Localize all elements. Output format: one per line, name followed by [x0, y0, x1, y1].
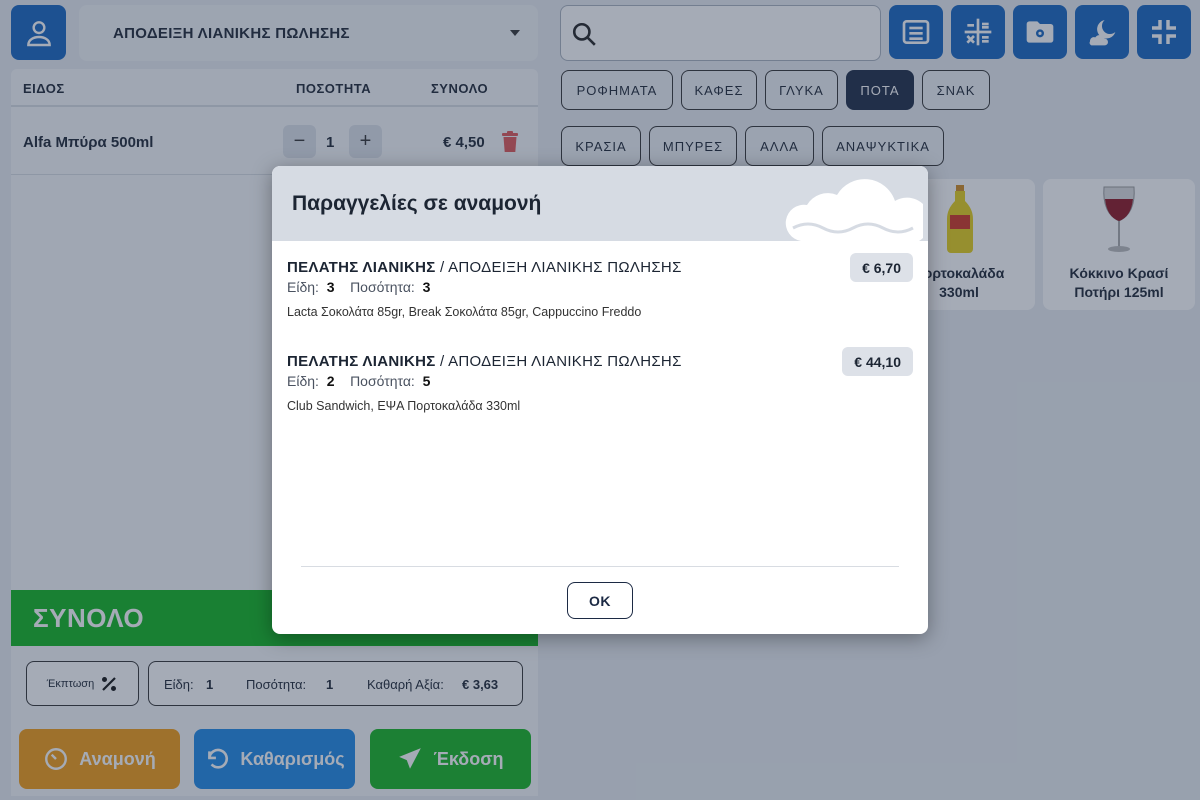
dialog-divider	[301, 566, 899, 567]
pending-order-price: € 44,10	[842, 347, 913, 376]
pending-orders-dialog: Παραγγελίες σε αναμονή ΠΕΛΑΤΗΣ ΛΙΑΝΙΚΗΣ …	[272, 166, 928, 634]
pending-order-item[interactable]: ΠΕΛΑΤΗΣ ΛΙΑΝΙΚΗΣ / ΑΠΟΔΕΙΞΗ ΛΙΑΝΙΚΗΣ ΠΩΛ…	[287, 347, 913, 433]
ok-button[interactable]: ΟΚ	[567, 582, 633, 619]
pending-order-title: ΠΕΛΑΤΗΣ ΛΙΑΝΙΚΗΣ / ΑΠΟΔΕΙΞΗ ΛΙΑΝΙΚΗΣ ΠΩΛ…	[287, 259, 682, 276]
dialog-title: Παραγγελίες σε αναμονή	[292, 192, 542, 215]
dialog-header: Παραγγελίες σε αναμονή	[272, 166, 928, 241]
pending-order-receipt: ΑΠΟΔΕΙΞΗ ΛΙΑΝΙΚΗΣ ΠΩΛΗΣΗΣ	[448, 353, 682, 370]
pending-order-item[interactable]: ΠΕΛΑΤΗΣ ΛΙΑΝΙΚΗΣ / ΑΠΟΔΕΙΞΗ ΛΙΑΝΙΚΗΣ ΠΩΛ…	[287, 253, 913, 339]
pending-order-items-label: Είδη:	[287, 279, 319, 295]
pending-order-customer: ΠΕΛΑΤΗΣ ΛΙΑΝΙΚΗΣ	[287, 353, 436, 370]
pending-order-items-label: Είδη:	[287, 373, 319, 389]
pending-order-separator: /	[435, 353, 449, 370]
pending-order-qty-value: 5	[422, 373, 431, 389]
pending-order-qty-label: Ποσότητα:	[350, 279, 415, 295]
pending-order-customer: ΠΕΛΑΤΗΣ ΛΙΑΝΙΚΗΣ	[287, 259, 436, 276]
pending-order-meta: Είδη: 2 Ποσότητα: 5	[287, 373, 430, 389]
pending-order-title: ΠΕΛΑΤΗΣ ΛΙΑΝΙΚΗΣ / ΑΠΟΔΕΙΞΗ ΛΙΑΝΙΚΗΣ ΠΩΛ…	[287, 353, 682, 370]
pending-order-receipt: ΑΠΟΔΕΙΞΗ ΛΙΑΝΙΚΗΣ ΠΩΛΗΣΗΣ	[448, 259, 682, 276]
pending-order-qty-label: Ποσότητα:	[350, 373, 415, 389]
cloud-icon	[785, 179, 923, 241]
pending-order-items-list: Club Sandwich, ΕΨΑ Πορτοκαλάδα 330ml	[287, 399, 521, 413]
pending-order-qty-value: 3	[422, 279, 431, 295]
pending-order-price: € 6,70	[850, 253, 913, 282]
pending-order-items-value: 2	[326, 373, 335, 389]
pending-order-separator: /	[435, 259, 449, 276]
pending-order-items-value: 3	[326, 279, 335, 295]
pending-order-items-list: Lacta Σοκολάτα 85gr, Break Σοκολάτα 85gr…	[287, 305, 642, 319]
pending-order-meta: Είδη: 3 Ποσότητα: 3	[287, 279, 430, 295]
